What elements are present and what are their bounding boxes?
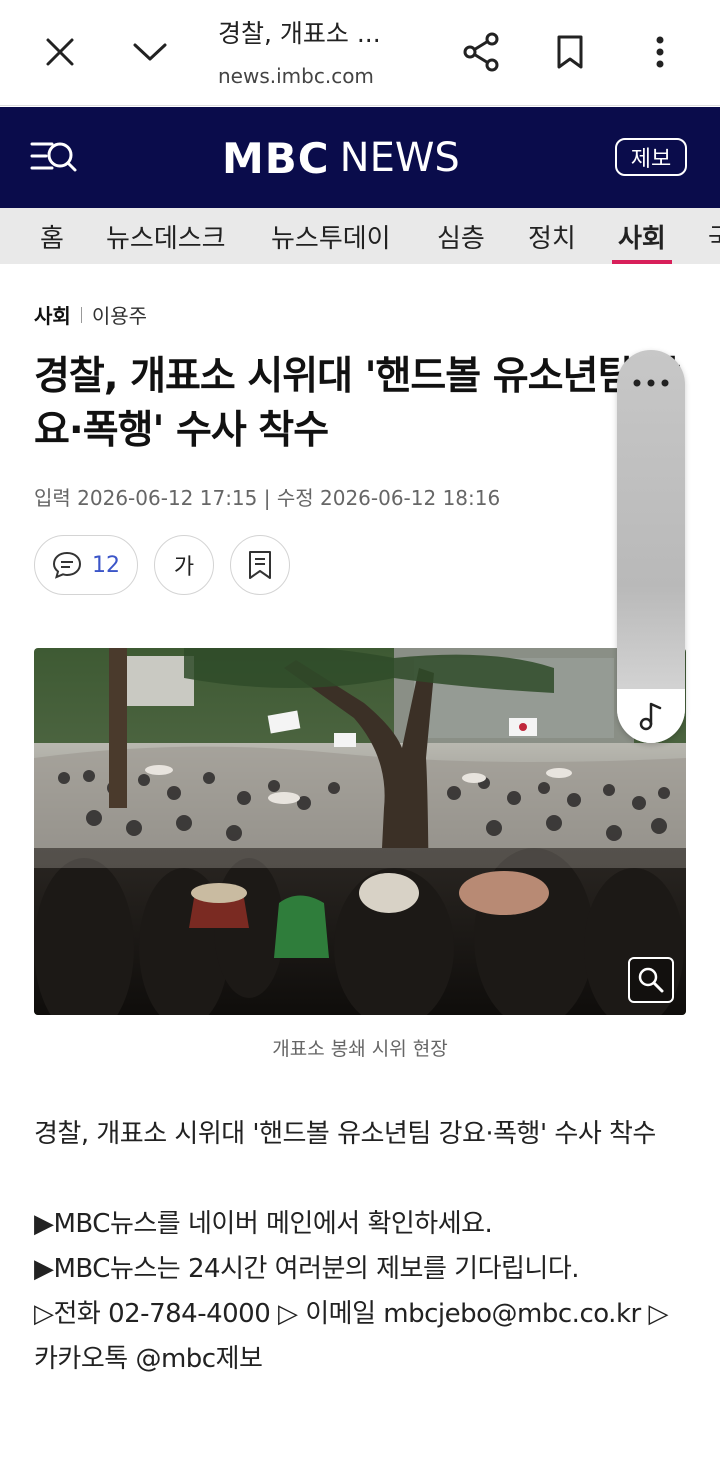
nav-item-society[interactable]: 사회: [612, 208, 672, 264]
close-icon[interactable]: [32, 24, 88, 80]
magnifier-icon: [638, 967, 664, 993]
article-photo[interactable]: [34, 648, 686, 1015]
body-paragraph: ▶MBC뉴스는 24시간 여러분의 제보를 기다립니다.: [34, 1254, 580, 1284]
body-paragraph: ▷전화 02-784-4000 ▷ 이메일 mbcjebo@mbc.co.kr …: [34, 1299, 668, 1374]
comment-button[interactable]: 12: [34, 535, 138, 595]
body-paragraph: 경찰, 개표소 시위대 '핸드볼 유소년팀 강요·폭행' 수사 착수: [34, 1119, 656, 1149]
logo-mbc-text: MBC: [222, 133, 330, 183]
logo-news-text: NEWS: [339, 135, 460, 181]
body-paragraph: ▶MBC뉴스를 네이버 메인에서 확인하세요.: [34, 1209, 493, 1239]
share-icon[interactable]: [453, 24, 509, 80]
nav-item-newsdesk[interactable]: 뉴스데스크: [106, 208, 226, 264]
article-headline: 경찰, 개표소 시위대 '핸드볼 유소년팀 강요·폭행' 수사 착수: [34, 354, 681, 453]
music-note-icon[interactable]: [617, 689, 685, 743]
mbc-news-logo[interactable]: MBC NEWS: [222, 133, 460, 183]
save-article-button[interactable]: [230, 535, 290, 595]
page-title: 경찰, 개표소 ...: [218, 19, 381, 48]
nav-item-partial[interactable]: 국: [708, 208, 720, 264]
nav-item-newstoday[interactable]: 뉴스투데이: [271, 208, 391, 264]
article-meta: 사회 이용주: [34, 300, 147, 329]
article-body: 경찰, 개표소 시위대 '핸드볼 유소년팀 강요·폭행' 수사 착수 ▶MBC뉴…: [34, 1112, 684, 1382]
bookmark-icon[interactable]: [542, 24, 598, 80]
author-name: 이용주: [91, 304, 148, 328]
menu-search-icon[interactable]: [30, 138, 78, 178]
report-button[interactable]: 제보: [615, 138, 687, 176]
bookmark-list-icon: [249, 551, 271, 579]
nav-item-politics[interactable]: 정치: [528, 208, 576, 264]
floating-side-panel[interactable]: [617, 350, 685, 743]
photo-caption: 개표소 봉쇄 시위 현장: [272, 1038, 448, 1060]
zoom-image-button[interactable]: [628, 957, 674, 1003]
divider: [80, 306, 82, 323]
font-size-button[interactable]: 가: [154, 535, 214, 595]
comment-icon: [52, 551, 82, 579]
nav-item-deep[interactable]: 심층: [437, 208, 485, 264]
protest-crowd-image: [34, 648, 686, 1015]
browser-toolbar: 경찰, 개표소 ... news.imbc.com: [0, 0, 720, 106]
article-dates: 입력 2026-06-12 17:15 | 수정 2026-06-12 18:1…: [34, 486, 501, 510]
comment-count: 12: [92, 552, 120, 578]
page-url[interactable]: news.imbc.com: [218, 64, 438, 88]
section-label[interactable]: 사회: [34, 300, 71, 329]
more-vertical-icon[interactable]: [632, 24, 688, 80]
more-horizontal-icon[interactable]: [617, 368, 685, 398]
category-nav: 홈 뉴스데스크 뉴스투데이 심층 정치 사회 국: [0, 208, 720, 264]
chevron-down-icon[interactable]: [122, 24, 178, 80]
site-header: MBC NEWS 제보: [0, 107, 720, 208]
nav-item-home[interactable]: 홈: [40, 208, 64, 264]
